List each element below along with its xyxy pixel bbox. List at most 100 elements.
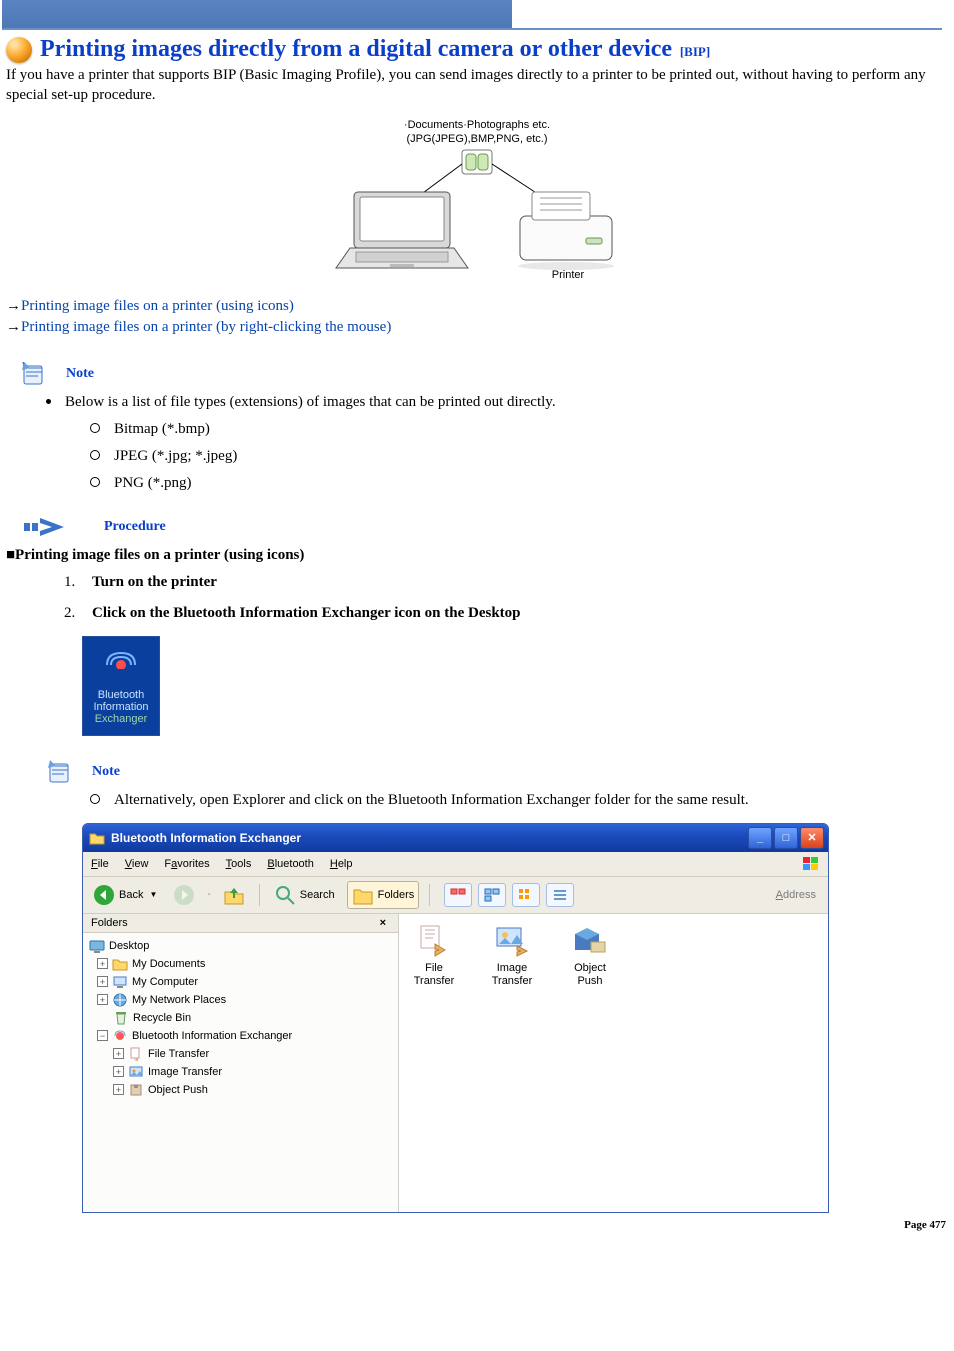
tree-mycomp[interactable]: + My Computer [89,973,392,991]
header-underline [2,28,942,30]
folders-pane: Folders × Desktop + My Documents + My Co… [83,914,399,1212]
forward-button[interactable] [169,882,199,908]
page-title: Printing images directly from a digital … [40,36,672,62]
folders-pane-close[interactable]: × [376,917,390,929]
tree-bie[interactable]: − Bluetooth Information Exchanger [89,1027,392,1045]
bt-icon-line2: Information [93,701,148,713]
back-button[interactable]: Back ▼ [89,882,161,908]
view-buttons [444,883,574,907]
content-item-file-transfer[interactable]: File Transfer [407,924,461,988]
menu-tools[interactable]: Tools [226,858,252,870]
folders-pane-header: Folders × [83,914,398,933]
explorer-window: Bluetooth Information Exchanger _ □ ✕ Fi… [82,823,829,1213]
expand-icon[interactable]: + [97,994,108,1005]
tree-ft[interactable]: + File Transfer [89,1045,392,1063]
folders-button[interactable]: Folders [347,881,420,909]
up-button[interactable] [219,882,249,908]
desktop-icon [89,938,105,954]
recycle-bin-icon [113,1010,129,1026]
view-icons-button[interactable] [512,883,540,907]
folders-label: Folders [378,889,415,901]
forward-arrow-icon [173,884,195,906]
links-block: →Printing image files on a printer (usin… [6,296,954,338]
folders-header-label: Folders [91,917,128,929]
expand-icon[interactable]: + [97,976,108,987]
circle-bullet-icon [90,423,100,433]
image-transfer-icon [128,1064,144,1080]
content-pane[interactable]: File Transfer ImageTransfer Object Push [399,914,828,1212]
image-transfer-icon [493,924,531,958]
bt-icon-line3: Exchanger [95,713,148,725]
menu-file[interactable]: File [91,858,109,870]
content-item-image-transfer[interactable]: ImageTransfer [485,924,539,988]
menu-favorites[interactable]: Favorites [164,858,209,870]
filetype-bmp: Bitmap (*.bmp) [114,421,210,437]
search-button[interactable]: Search [270,882,339,908]
chevron-down-icon: ▼ [149,890,157,899]
address-label[interactable]: Address [776,889,822,901]
bullet-sphere-icon [6,37,32,63]
search-icon [274,884,296,906]
bluetooth-exchanger-desktop-icon[interactable]: Bluetooth Information Exchanger [82,636,160,736]
title-row: Printing images directly from a digital … [34,36,954,63]
tree-mynet[interactable]: + My Network Places [89,991,392,1009]
link-print-icons[interactable]: Printing image files on a printer (using… [21,298,294,314]
filetype-png: PNG (*.png) [114,475,192,491]
maximize-button[interactable]: □ [774,827,798,849]
network-icon [112,992,128,1008]
close-button[interactable]: ✕ [800,827,824,849]
note-text: Below is a list of file types (extension… [65,394,556,410]
window-titlebar[interactable]: Bluetooth Information Exchanger _ □ ✕ [83,824,828,852]
note-label: Note [92,764,120,780]
content-item-object-push[interactable]: Object Push [563,924,617,988]
procedure-row: Procedure [24,518,954,536]
search-label: Search [300,889,335,901]
bluetooth-icon [112,1028,128,1044]
minimize-button[interactable]: _ [748,827,772,849]
tree-mydocs[interactable]: + My Documents [89,955,392,973]
view-list-icon [552,888,568,902]
expand-icon[interactable]: + [113,1048,124,1059]
header-bar [2,0,512,28]
menu-view[interactable]: View [125,858,149,870]
tree-desktop[interactable]: Desktop [89,937,392,955]
tree-op[interactable]: + Object Push [89,1081,392,1099]
tree-it[interactable]: + Image Transfer [89,1063,392,1081]
bluetooth-radiate-icon [101,645,141,685]
expand-icon[interactable]: + [113,1066,124,1077]
window-body: Folders × Desktop + My Documents + My Co… [83,914,828,1212]
toolbar-separator [429,884,430,906]
note-row: Note [20,362,954,386]
link-print-rightclick[interactable]: Printing image files on a printer (by ri… [21,319,391,335]
view-tiles-button[interactable] [478,883,506,907]
menu-help[interactable]: Help [330,858,353,870]
diagram-caption-2: (JPG(JPEG),BMP,PNG, etc.) [407,133,548,145]
toolbar-separator [259,884,260,906]
window-title: Bluetooth Information Exchanger [111,831,301,845]
tree-it-label: Image Transfer [148,1063,222,1081]
tree-desktop-label: Desktop [109,937,149,955]
step-2-text: Click on the Bluetooth Information Excha… [92,605,521,622]
view-list-button[interactable] [546,883,574,907]
expand-icon[interactable]: + [97,958,108,969]
menu-bluetooth[interactable]: Bluetooth [267,858,314,870]
view-thumbnails-button[interactable] [444,883,472,907]
expand-icon[interactable]: + [113,1084,124,1095]
section-subtitle-text: ■Printing image files on a printer (usin… [6,547,304,563]
ordered-steps: 1. Turn on the printer 2. Click on the B… [64,574,954,622]
object-push-icon [128,1082,144,1098]
back-label: Back [119,889,143,901]
tree-recycle[interactable]: Recycle Bin [89,1009,392,1027]
diagram-caption-1: ·Documents·Photographs etc. [404,119,550,131]
page-number: Page 477 [0,1219,946,1231]
file-transfer-icon [415,924,453,958]
folders-icon [352,884,374,906]
tree-mydocs-label: My Documents [132,955,205,973]
note-icon [20,362,48,386]
step-number: 1. [64,574,76,591]
menu-bar: File View Favorites Tools Bluetooth Help [83,852,828,877]
intro-paragraph: If you have a printer that supports BIP … [6,65,948,106]
collapse-icon[interactable]: − [97,1030,108,1041]
tree-mycomp-label: My Computer [132,973,198,991]
tree-bie-label: Bluetooth Information Exchanger [132,1027,292,1045]
